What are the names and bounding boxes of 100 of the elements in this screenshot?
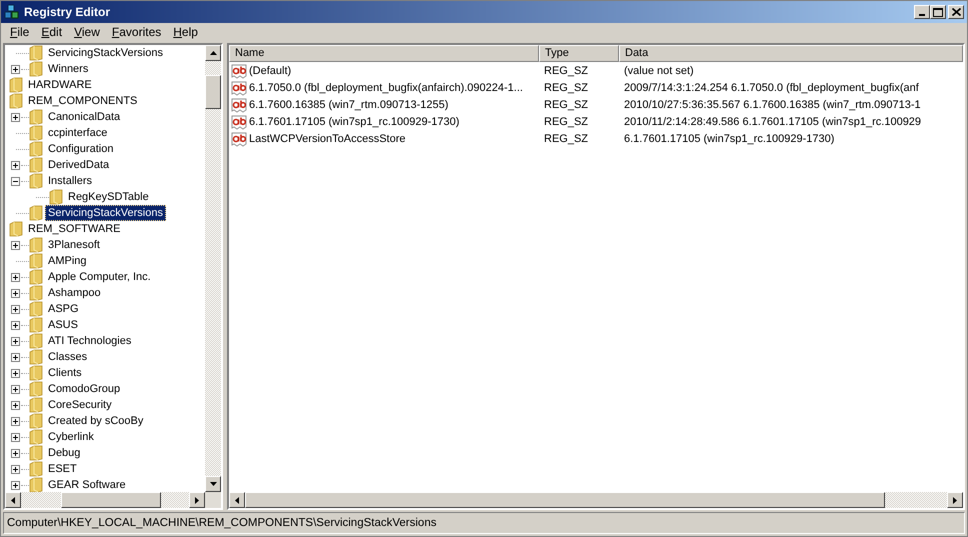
value-name[interactable]: 6.1.7050.0 (fbl_deployment_bugfix(anfairch).090224-1... [249,82,523,94]
tree-item[interactable]: Winners [45,61,92,77]
string-value-icon [231,80,247,96]
tree-item[interactable]: RegKeySDTable [65,189,152,205]
tree-item[interactable]: REM_COMPONENTS [25,93,140,109]
plus-icon [12,162,19,168]
value-name[interactable]: (Default) [249,64,292,76]
expand-button[interactable] [11,304,20,314]
tree-item[interactable]: Apple Computer, Inc. [45,269,154,285]
tree-item[interactable]: ATI Technologies [45,333,134,349]
expand-button[interactable] [11,336,20,346]
tree-item[interactable]: CoreSecurity [45,397,115,413]
tree-item[interactable]: ASUS [45,317,81,333]
folder-icon [29,61,43,77]
expand-button[interactable] [11,272,20,282]
collapse-button[interactable] [11,176,20,186]
folder-icon [9,93,23,109]
horizontal-scrollbar[interactable] [5,492,221,508]
expand-button[interactable] [11,464,20,474]
tree-item[interactable]: 3Planesoft [45,237,103,253]
column-header[interactable]: Data [619,45,963,62]
maximize-icon [933,8,943,16]
tree-item[interactable]: Created by sCooBy [45,413,146,429]
down-arrow-icon [210,482,216,486]
right-arrow-icon [195,496,199,504]
column-header[interactable]: Name [229,45,539,62]
plus-icon [12,322,19,328]
value-data: 2010/10/27:5:36:35.567 6.1.7600.16385 (win7_rtm.090713-1 [623,98,922,110]
scroll-right-button[interactable] [947,492,963,508]
vertical-scrollbar[interactable] [205,45,221,492]
expand-button[interactable] [11,448,20,458]
tree-item[interactable]: Installers [45,173,96,189]
tree-item[interactable]: Cyberlink [45,429,97,445]
expand-button[interactable] [11,112,20,122]
scroll-left-button[interactable] [229,492,245,508]
plus-icon [12,338,19,344]
scroll-down-button[interactable] [205,476,221,492]
tree-item[interactable]: Classes [45,349,90,365]
status-path: Computer\HKEY_LOCAL_MACHINE\REM_COMPONENTS\ServicingStackVersions [7,517,436,529]
folder-icon [29,477,43,492]
tree-item[interactable]: ServicingStackVersions [45,45,166,61]
tree-item[interactable]: GEAR Software [45,477,129,492]
tree-item[interactable]: Ashampoo [45,285,104,301]
close-button[interactable] [948,5,964,19]
menu-item[interactable]: Favorites [106,25,168,39]
maximize-button[interactable] [930,5,946,19]
tree-item[interactable]: Clients [45,365,85,381]
tree-item[interactable]: ESET [45,461,80,477]
scroll-left-button[interactable] [5,492,21,508]
expand-button[interactable] [11,160,20,170]
expand-button[interactable] [11,320,20,330]
scroll-thumb[interactable] [61,492,161,508]
tree-item[interactable]: CanonicalData [45,109,124,125]
tree-item[interactable]: DerivedData [45,157,112,173]
menu-item[interactable]: File [4,25,36,39]
expand-button[interactable] [11,400,20,410]
tree-item[interactable]: AMPing [45,253,90,269]
tree-item[interactable]: Configuration [45,141,116,157]
folder-icon [29,109,43,125]
value-name[interactable]: LastWCPVersionToAccessStore [249,132,406,144]
value-type: REG_SZ [543,64,590,76]
expand-button[interactable] [11,240,20,250]
value-name[interactable]: 6.1.7601.17105 (win7sp1_rc.100929-1730) [249,116,460,128]
value-type: REG_SZ [543,132,590,144]
tree-item[interactable]: REM_SOFTWARE [25,221,124,237]
scroll-up-button[interactable] [205,45,221,61]
menu-item[interactable]: View [68,25,106,39]
scroll-right-button[interactable] [189,492,205,508]
folder-icon [29,173,43,189]
tree-item[interactable]: ccpinterface [45,125,110,141]
expand-button[interactable] [11,288,20,298]
minimize-button[interactable] [914,5,930,19]
value-type: REG_SZ [543,116,590,128]
folder-icon [29,141,43,157]
expand-button[interactable] [11,384,20,394]
expand-button[interactable] [11,64,20,74]
string-value-icon [231,130,247,146]
value-name[interactable]: 6.1.7600.16385 (win7_rtm.090713-1255) [249,98,448,110]
column-header[interactable]: Type [539,45,619,62]
folder-icon [29,365,43,381]
menu-item[interactable]: Help [167,25,204,39]
expand-button[interactable] [11,368,20,378]
expand-button[interactable] [11,352,20,362]
tree-item[interactable]: ComodoGroup [45,381,124,397]
folder-icon [29,45,43,61]
expand-button[interactable] [11,416,20,426]
tree-item[interactable]: ServicingStackVersions [45,205,166,221]
tree-item[interactable]: ASPG [45,301,82,317]
plus-icon [12,402,19,408]
expand-button[interactable] [11,432,20,442]
plus-icon [12,66,19,72]
tree-item[interactable]: Debug [45,445,84,461]
plus-icon [12,354,19,360]
value-type: REG_SZ [543,82,590,94]
left-arrow-icon [11,496,15,504]
scroll-thumb[interactable] [205,75,221,109]
expand-button[interactable] [11,480,20,490]
menu-item[interactable]: Edit [35,25,68,39]
folder-icon [29,461,43,477]
tree-item[interactable]: HARDWARE [25,77,95,93]
